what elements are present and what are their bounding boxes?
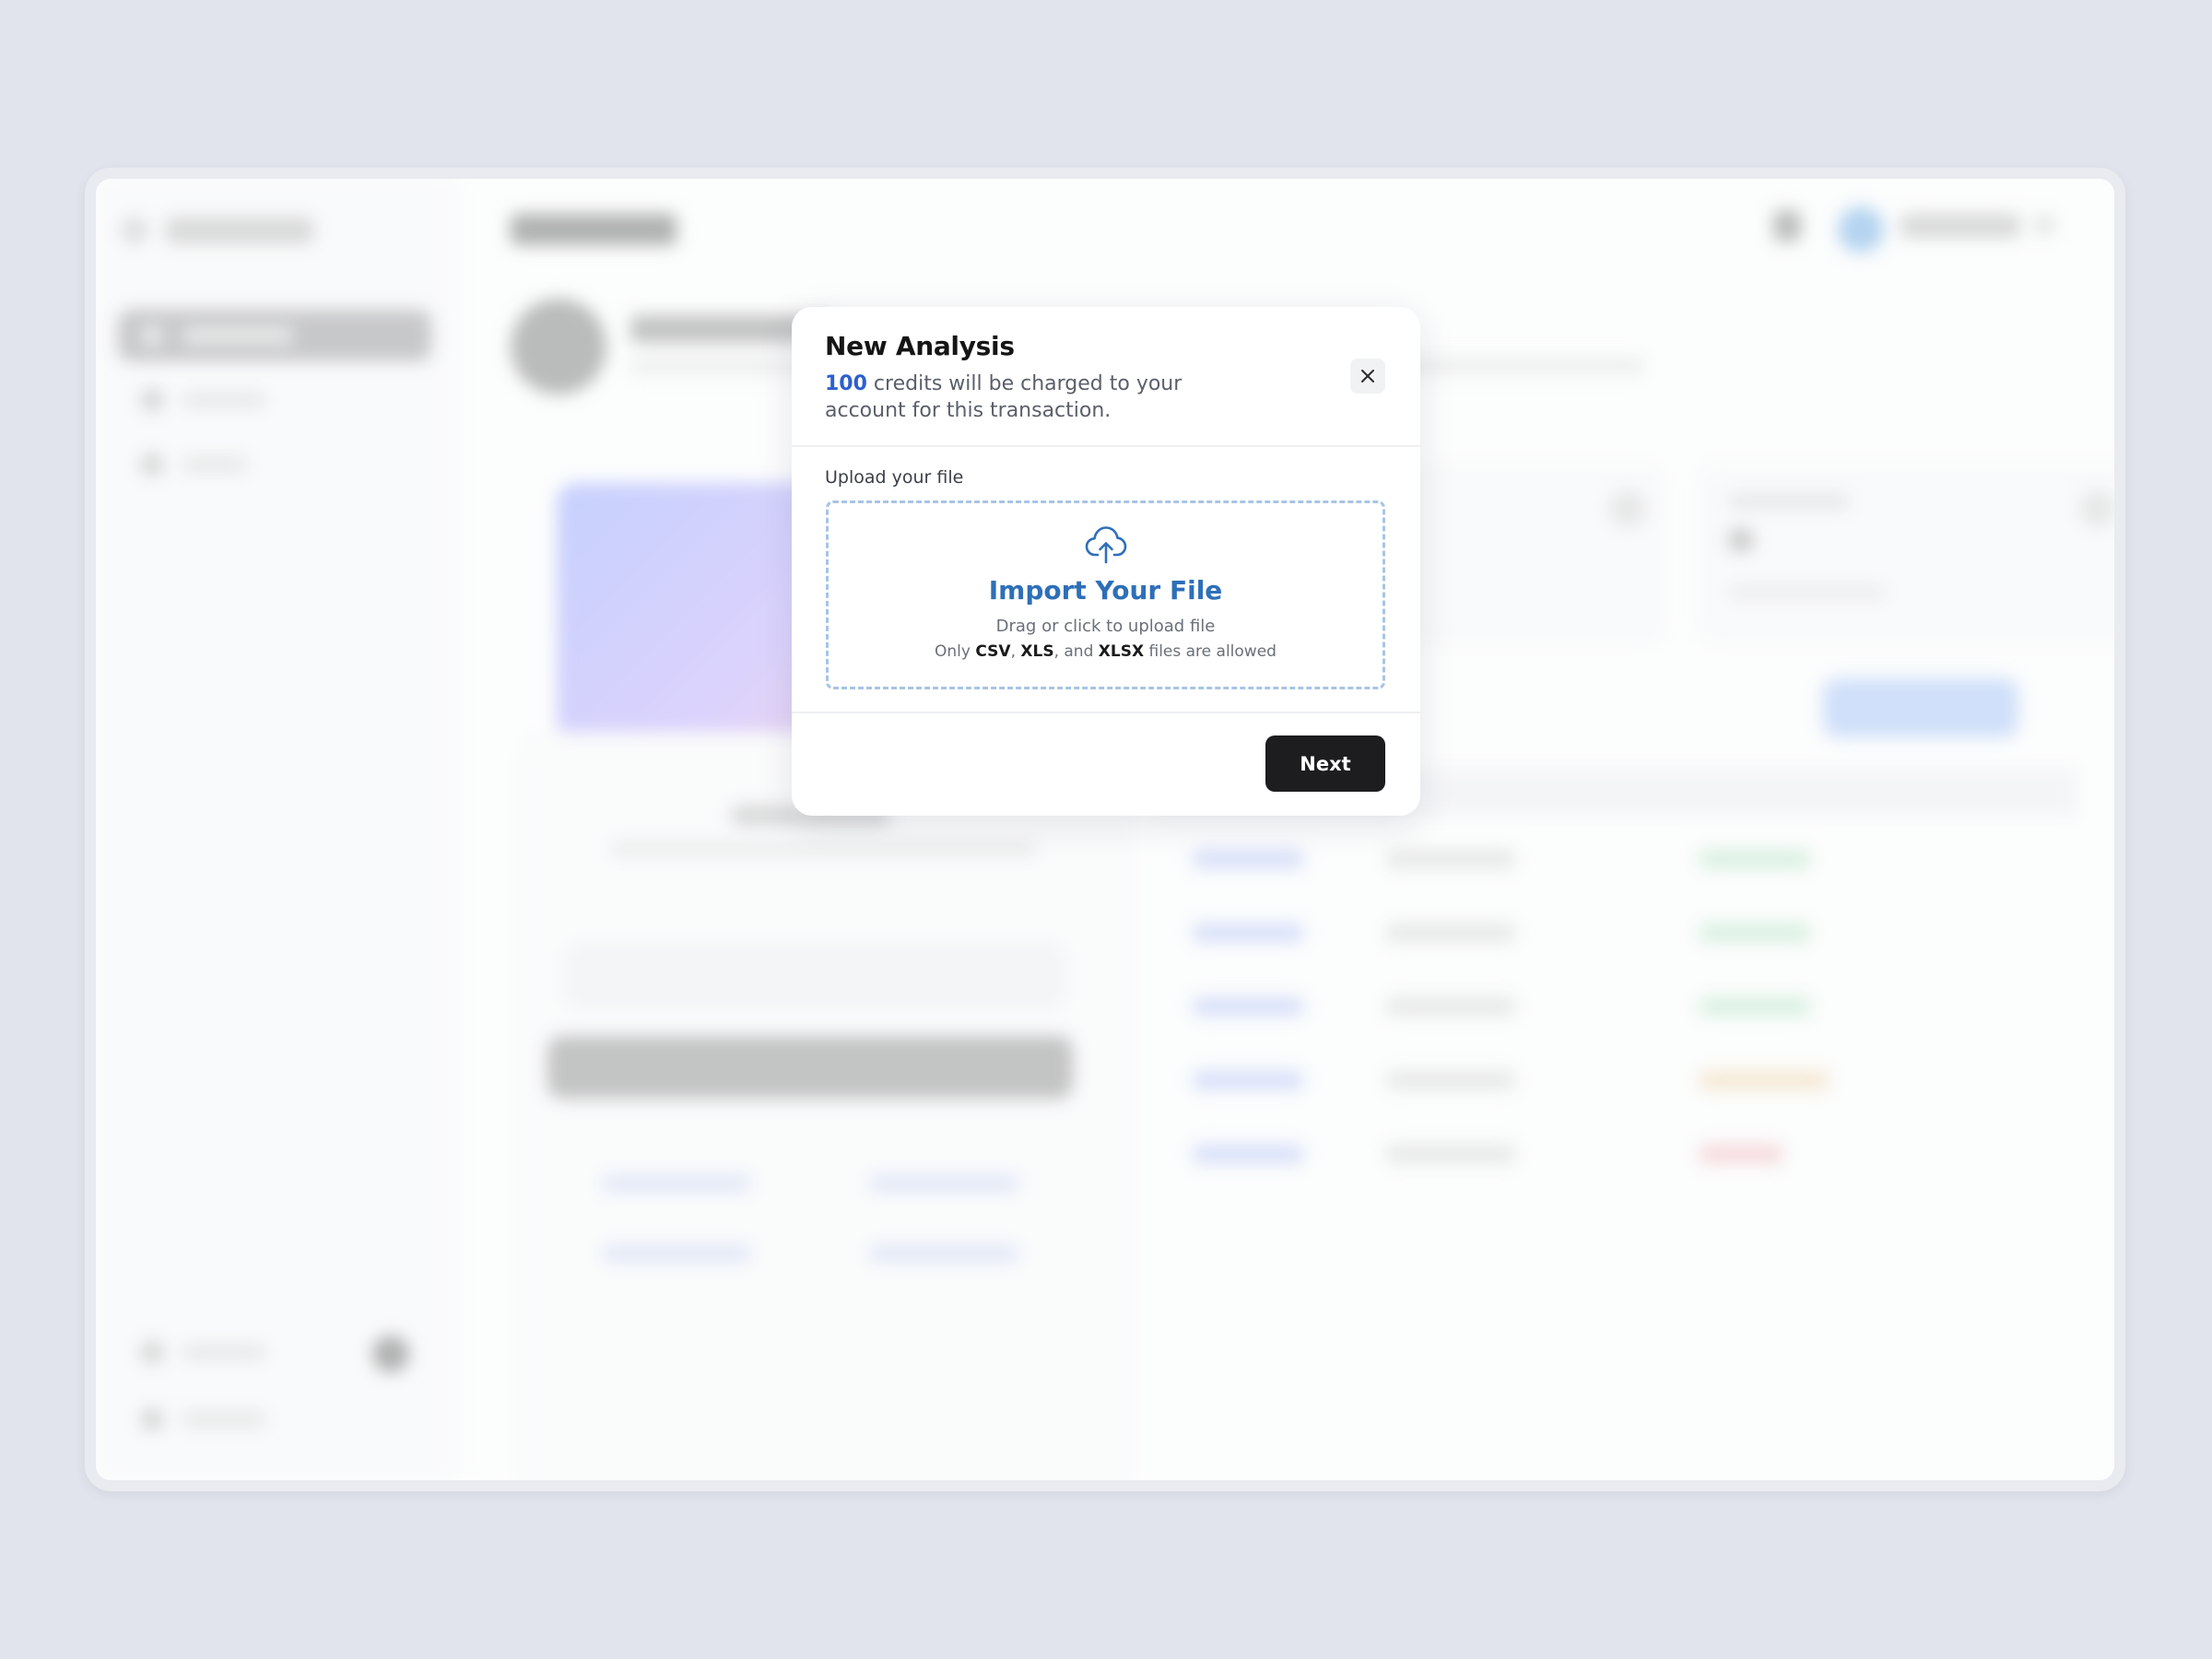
next-button[interactable]: Next: [1265, 735, 1385, 792]
credits-amount: 100: [825, 372, 867, 395]
close-icon: [1361, 370, 1374, 382]
format-xlsx: XLSX: [1098, 642, 1145, 661]
format-csv: CSV: [975, 642, 1011, 661]
upload-label: Upload your file: [825, 467, 964, 488]
dropzone-allowed-formats: Only CSV, XLS, and XLSX files are allowe…: [935, 642, 1277, 661]
file-dropzone[interactable]: Import Your File Drag or click to upload…: [826, 500, 1385, 689]
new-analysis-modal: New Analysis 100 credits will be charged…: [792, 307, 1420, 816]
format-xls: XLS: [1020, 642, 1054, 661]
modal-divider: [792, 445, 1420, 447]
dropzone-instruction: Drag or click to upload file: [995, 617, 1216, 636]
modal-footer-divider: [792, 712, 1420, 713]
cloud-upload-icon: [1085, 526, 1126, 564]
modal-subtitle: 100 credits will be charged to your acco…: [825, 371, 1258, 424]
modal-subtitle-text: credits will be charged to your account …: [825, 372, 1182, 422]
close-button[interactable]: [1350, 359, 1385, 394]
dropzone-title: Import Your File: [988, 575, 1223, 606]
modal-title: New Analysis: [825, 331, 1015, 361]
